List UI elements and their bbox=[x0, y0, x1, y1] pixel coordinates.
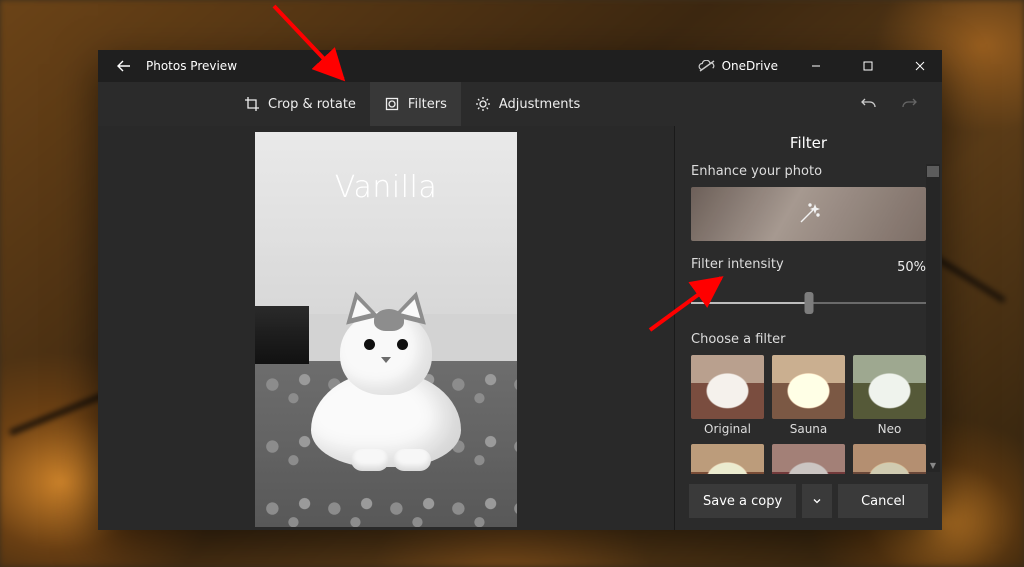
filter-caption: Neo bbox=[853, 422, 926, 436]
intensity-slider[interactable] bbox=[691, 290, 926, 316]
titlebar: Photos Preview OneDrive bbox=[98, 50, 942, 82]
back-button[interactable] bbox=[104, 50, 144, 82]
scroll-down-icon[interactable]: ▼ bbox=[926, 458, 940, 472]
intensity-heading: Filter intensity bbox=[691, 257, 784, 272]
tab-label: Filters bbox=[408, 97, 447, 112]
brightness-icon bbox=[475, 96, 491, 112]
tab-label: Adjustments bbox=[499, 97, 580, 112]
filter-thumb-sauna[interactable] bbox=[772, 355, 845, 419]
filter-thumb-neo[interactable] bbox=[853, 355, 926, 419]
tab-crop-rotate[interactable]: Crop & rotate bbox=[230, 82, 370, 126]
crop-icon bbox=[244, 96, 260, 112]
filter-panel: Filter ▲ ▼ Enhance your photo Filter int… bbox=[674, 126, 942, 530]
choose-filter-heading: Choose a filter bbox=[691, 332, 926, 347]
close-button[interactable] bbox=[898, 50, 942, 82]
panel-scrollbar[interactable]: ▲ ▼ bbox=[926, 164, 940, 472]
tab-adjustments[interactable]: Adjustments bbox=[461, 82, 594, 126]
edit-toolbar: Crop & rotate Filters Adjustments bbox=[98, 82, 942, 126]
filter-thumb-original[interactable] bbox=[691, 355, 764, 419]
panel-title: Filter bbox=[675, 126, 942, 162]
filter-caption: Sauna bbox=[772, 422, 845, 436]
scrollbar-thumb[interactable] bbox=[927, 166, 939, 177]
filters-icon bbox=[384, 96, 400, 112]
undo-icon bbox=[860, 95, 878, 113]
onedrive-label: OneDrive bbox=[722, 59, 778, 73]
maximize-button[interactable] bbox=[846, 50, 890, 82]
photo-preview[interactable]: Vanilla bbox=[255, 132, 517, 527]
intensity-value: 50% bbox=[897, 260, 926, 275]
minimize-button[interactable] bbox=[794, 50, 838, 82]
arrow-left-icon bbox=[116, 58, 132, 74]
applied-filter-label: Vanilla bbox=[335, 170, 437, 205]
filter-thumb-row2-a[interactable] bbox=[691, 444, 764, 474]
save-copy-button[interactable]: Save a copy bbox=[689, 484, 796, 518]
filter-caption: Original bbox=[691, 422, 764, 436]
onedrive-status[interactable]: OneDrive bbox=[690, 59, 786, 73]
redo-button[interactable] bbox=[894, 89, 924, 119]
photos-preview-window: Photos Preview OneDrive bbox=[98, 50, 942, 530]
tab-filters[interactable]: Filters bbox=[370, 82, 461, 126]
canvas-area: Vanilla bbox=[98, 126, 674, 530]
cancel-button[interactable]: Cancel bbox=[838, 484, 928, 518]
magic-wand-icon bbox=[796, 201, 822, 227]
cloud-off-icon bbox=[698, 60, 716, 72]
window-title: Photos Preview bbox=[146, 59, 237, 73]
filter-thumb-row2-c[interactable] bbox=[853, 444, 926, 474]
undo-button[interactable] bbox=[854, 89, 884, 119]
save-copy-dropdown[interactable] bbox=[802, 484, 832, 518]
filter-thumb-row2-b[interactable] bbox=[772, 444, 845, 474]
enhance-heading: Enhance your photo bbox=[691, 164, 926, 179]
tab-label: Crop & rotate bbox=[268, 97, 356, 112]
enhance-button[interactable] bbox=[691, 187, 926, 241]
chevron-down-icon bbox=[812, 496, 822, 506]
slider-thumb[interactable] bbox=[804, 292, 813, 314]
redo-icon bbox=[900, 95, 918, 113]
